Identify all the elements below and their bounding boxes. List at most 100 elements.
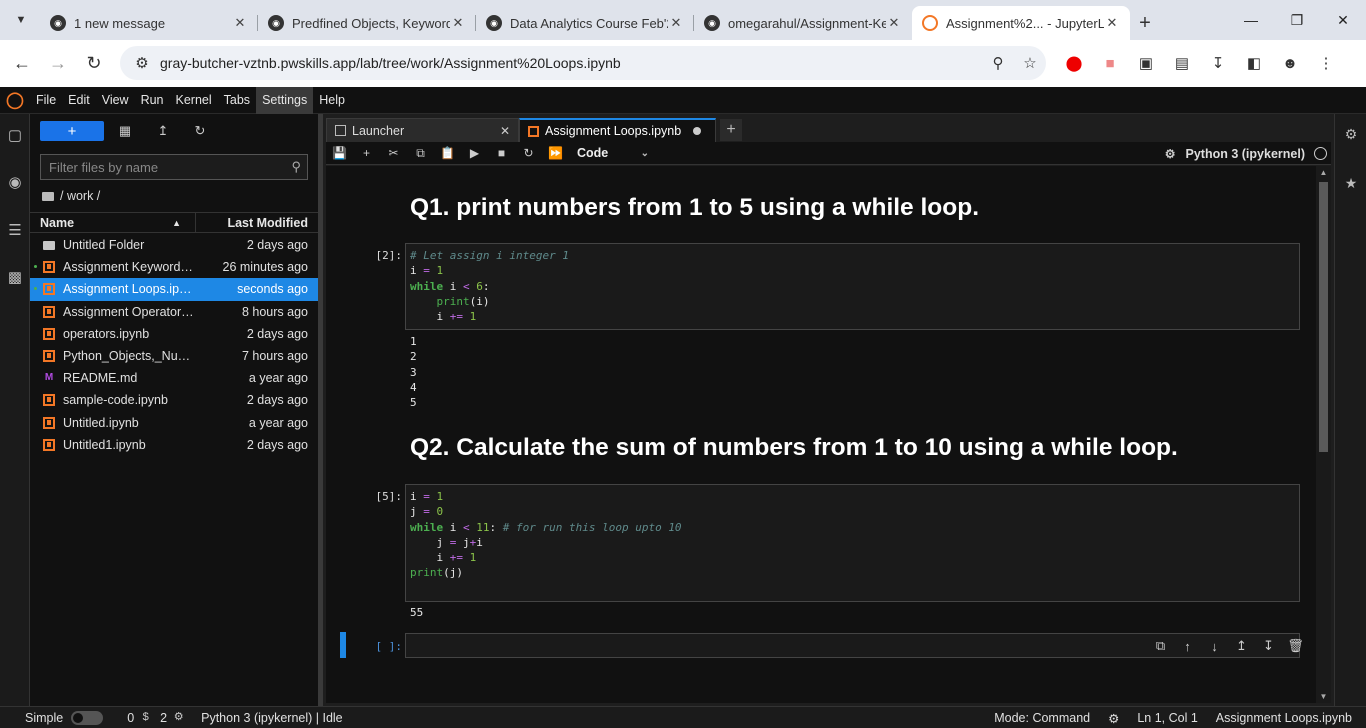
file-row[interactable]: M README.md a year ago — [30, 367, 318, 389]
new-folder-icon[interactable]: ▦ — [113, 121, 137, 141]
filter-files-input[interactable]: Filter files by name ⚲ — [40, 154, 308, 180]
insert-above-icon[interactable]: ↥ — [1228, 637, 1255, 655]
extension-manager-icon[interactable]: ▩ — [0, 262, 30, 292]
file-row[interactable]: Untitled.ipynb a year ago — [30, 412, 318, 434]
debugger-icon[interactable]: ★ — [1335, 169, 1366, 197]
extensions-bar: ⬤ ■ ▣ ▤ ↧ ◧ ☻ ⋮ — [1056, 48, 1344, 78]
cell-type-select[interactable]: Code ⌄ — [577, 144, 649, 163]
file-row[interactable]: Untitled Folder 2 days ago — [30, 234, 318, 256]
browser-tab-5-active[interactable]: Assignment%2... - JupyterLa ✕ — [912, 6, 1130, 40]
code-cell-1[interactable]: # Let assign i integer 1 i = 1 while i <… — [405, 243, 1300, 330]
menu-kernel[interactable]: Kernel — [170, 87, 218, 114]
add-tab-button[interactable]: + — [720, 119, 742, 141]
cut-icon[interactable]: ✂ — [380, 142, 407, 165]
breadcrumb[interactable]: / work / — [42, 187, 100, 205]
file-row[interactable]: Python_Objects,_Numb... 7 hours ago — [30, 345, 318, 367]
menu-settings[interactable]: Settings — [256, 86, 314, 114]
menu-run[interactable]: Run — [135, 87, 170, 114]
file-row[interactable]: Untitled1.ipynb 2 days ago — [30, 434, 318, 456]
code-cell-2[interactable]: i = 1 j = 0 while i < 11: # for run this… — [405, 484, 1300, 602]
bug-icon[interactable]: ⚙ — [1165, 147, 1176, 161]
close-icon[interactable]: ✕ — [500, 124, 510, 138]
restore-icon[interactable]: ❐ — [1274, 0, 1320, 40]
notification-bug-icon[interactable]: ⚙ — [1108, 711, 1119, 726]
file-row[interactable]: Assignment Operators.i... 8 hours ago — [30, 301, 318, 323]
file-row[interactable]: Assignment Loops.ipynb seconds ago — [30, 278, 318, 301]
copy-icon[interactable]: ⧉ — [407, 142, 434, 165]
side-panel-icon[interactable]: ◧ — [1236, 48, 1272, 78]
tab-extension-icon[interactable]: ▣ — [1128, 48, 1164, 78]
duplicate-cell-icon[interactable]: ⧉ — [1147, 637, 1174, 655]
menu-view[interactable]: View — [96, 87, 135, 114]
close-window-icon[interactable]: ✕ — [1320, 0, 1366, 40]
tab-search-chevron-icon[interactable]: ▼ — [6, 5, 36, 35]
file-row[interactable]: Assignment Keywords.i... 26 minutes ago — [30, 256, 318, 278]
close-icon[interactable]: ✕ — [886, 15, 902, 31]
file-row[interactable]: operators.ipynb 2 days ago — [30, 323, 318, 345]
browser-tab-3[interactable]: ◉ Data Analytics Course Feb'2 ✕ — [476, 6, 694, 40]
upload-icon[interactable]: ↥ — [151, 121, 175, 141]
back-arrow-icon[interactable]: ← — [4, 46, 40, 82]
browser-tab-2[interactable]: ◉ Predfined Objects, Keywords ✕ — [258, 6, 476, 40]
url-text[interactable]: gray-butcher-vztnb.pwskills.app/lab/tree… — [160, 55, 982, 71]
column-name-header[interactable]: Name ▲ — [30, 213, 196, 232]
tab-launcher[interactable]: Launcher ✕ — [326, 118, 519, 142]
simple-mode-toggle[interactable] — [71, 710, 104, 725]
close-icon[interactable]: ✕ — [232, 15, 248, 31]
file-row[interactable]: sample-code.ipynb 2 days ago — [30, 389, 318, 411]
menu-file[interactable]: File — [30, 87, 62, 114]
folder-icon[interactable] — [42, 191, 54, 201]
restart-icon[interactable]: ↻ — [515, 142, 542, 165]
scroll-thumb[interactable] — [1319, 182, 1328, 452]
minimize-icon[interactable]: — — [1228, 0, 1274, 40]
color-extension-icon[interactable]: ■ — [1092, 48, 1128, 78]
new-launcher-button[interactable]: + — [40, 121, 104, 141]
paste-icon[interactable]: 📋 — [434, 142, 461, 165]
run-icon[interactable]: ▶ — [461, 142, 488, 165]
close-icon[interactable]: ✕ — [1104, 15, 1120, 31]
tab-notebook[interactable]: Assignment Loops.ipynb — [519, 118, 716, 142]
restart-run-all-icon[interactable]: ⏩ — [542, 142, 569, 165]
table-of-contents-icon[interactable]: ☰ — [0, 215, 30, 245]
notebook-scrollbar[interactable]: ▲ ▼ — [1316, 166, 1331, 703]
forward-arrow-icon[interactable]: → — [40, 46, 76, 82]
move-down-icon[interactable]: ↓ — [1201, 637, 1228, 655]
extensions-puzzle-icon[interactable]: ▤ — [1164, 48, 1200, 78]
bookmark-star-icon[interactable]: ☆ — [1014, 54, 1046, 72]
reload-icon[interactable]: ↻ — [76, 46, 112, 82]
kernel-name[interactable]: Python 3 (ipykernel) — [1186, 147, 1305, 161]
scroll-up-icon[interactable]: ▲ — [1316, 168, 1331, 177]
running-kernels-icon[interactable]: ◉ — [0, 167, 30, 197]
menu-help[interactable]: Help — [313, 87, 351, 114]
kernel-status-text[interactable]: Python 3 (ipykernel) | Idle — [201, 711, 343, 725]
menu-edit[interactable]: Edit — [62, 87, 96, 114]
refresh-icon[interactable]: ↻ — [188, 121, 212, 141]
adblock-extension-icon[interactable]: ⬤ — [1056, 48, 1092, 78]
terminal-count[interactable]: 0 $ 2 ⚙ — [127, 711, 187, 725]
download-icon[interactable]: ↧ — [1200, 48, 1236, 78]
move-up-icon[interactable]: ↑ — [1174, 637, 1201, 655]
browser-tab-4[interactable]: ◉ omegarahul/Assignment-Ke ✕ — [694, 6, 912, 40]
close-icon[interactable]: ✕ — [450, 15, 466, 31]
close-icon[interactable]: ✕ — [668, 15, 684, 31]
profile-avatar-icon[interactable]: ☻ — [1272, 48, 1308, 78]
delete-cell-icon[interactable]: 🗑 — [1282, 637, 1309, 655]
folder-icon[interactable]: ▢ — [0, 120, 30, 150]
browser-tab-1[interactable]: ◉ 1 new message ✕ — [40, 6, 258, 40]
property-inspector-icon[interactable]: ⚙ — [1335, 120, 1366, 148]
insert-cell-icon[interactable]: + — [353, 142, 380, 165]
menu-tabs[interactable]: Tabs — [218, 87, 256, 114]
omnibox[interactable]: ⚙ gray-butcher-vztnb.pwskills.app/lab/tr… — [120, 46, 1046, 80]
site-settings-icon[interactable]: ⚙ — [134, 54, 150, 72]
unsaved-dot-icon[interactable] — [693, 127, 701, 135]
more-menu-icon[interactable]: ⋮ — [1308, 48, 1344, 78]
cursor-position[interactable]: Ln 1, Col 1 — [1137, 711, 1197, 725]
breadcrumb-path[interactable]: / work / — [60, 189, 100, 203]
zoom-icon[interactable]: ⚲ — [982, 54, 1014, 72]
column-modified-header[interactable]: Last Modified — [196, 216, 318, 230]
insert-below-icon[interactable]: ↧ — [1255, 637, 1282, 655]
stop-icon[interactable]: ■ — [488, 142, 515, 165]
save-icon[interactable]: 💾 — [326, 142, 353, 165]
scroll-down-icon[interactable]: ▼ — [1316, 692, 1331, 701]
new-tab-button[interactable]: + — [1130, 6, 1160, 40]
